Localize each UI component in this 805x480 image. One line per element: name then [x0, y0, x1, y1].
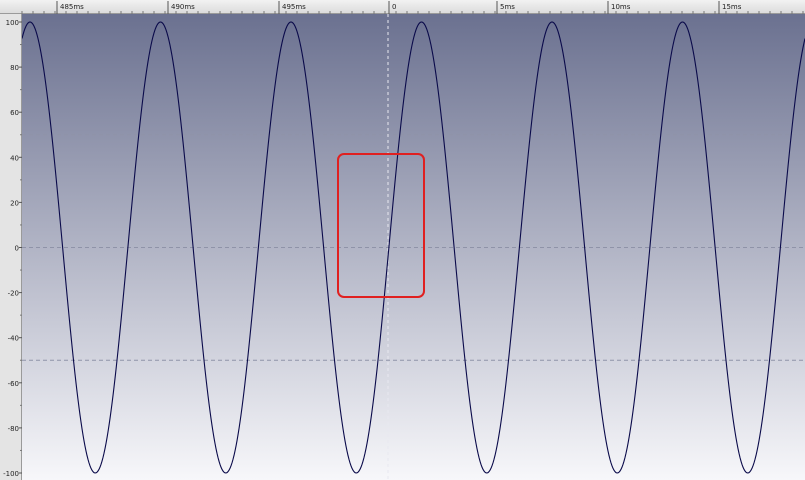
time-tick-label: 495ms [282, 3, 306, 11]
amplitude-tick-label: -20 [8, 290, 19, 298]
amplitude-ruler: 100 80 60 40 20 0 -20 -40 -60 -80 -100 [0, 14, 22, 480]
amplitude-tick-label: 100 [6, 19, 19, 27]
time-tick-label: 10ms [611, 3, 631, 11]
time-tick-label: 485ms [60, 3, 84, 11]
time-ruler-svg: 485ms 490ms 495ms 0 5ms 10ms 15ms [21, 1, 804, 15]
waveform-canvas[interactable] [22, 14, 805, 480]
time-tick-label: 5ms [500, 3, 515, 11]
time-ruler[interactable]: 485ms 490ms 495ms 0 5ms 10ms 15ms [0, 0, 805, 15]
amplitude-tick-label: -80 [8, 425, 19, 433]
amplitude-ruler-svg: 100 80 60 40 20 0 -20 -40 -60 -80 -100 [3, 19, 22, 478]
amplitude-tick-label: 20 [10, 199, 19, 207]
time-tick-label: 0 [392, 3, 396, 11]
amplitude-tick-label: -100 [3, 470, 19, 478]
amplitude-tick-label: -60 [8, 380, 19, 388]
time-tick-label: 490ms [171, 3, 195, 11]
waveform-editor: 485ms 490ms 495ms 0 5ms 10ms 15ms 100 80 60 40 20 0… [0, 0, 805, 480]
amplitude-tick-label: 0 [15, 245, 19, 253]
time-tick-label: 15ms [722, 3, 742, 11]
amplitude-tick-label: 40 [10, 154, 19, 162]
amplitude-tick-label: -40 [8, 335, 19, 343]
amplitude-tick-label: 80 [10, 64, 19, 72]
amplitude-tick-label: 60 [10, 109, 19, 117]
